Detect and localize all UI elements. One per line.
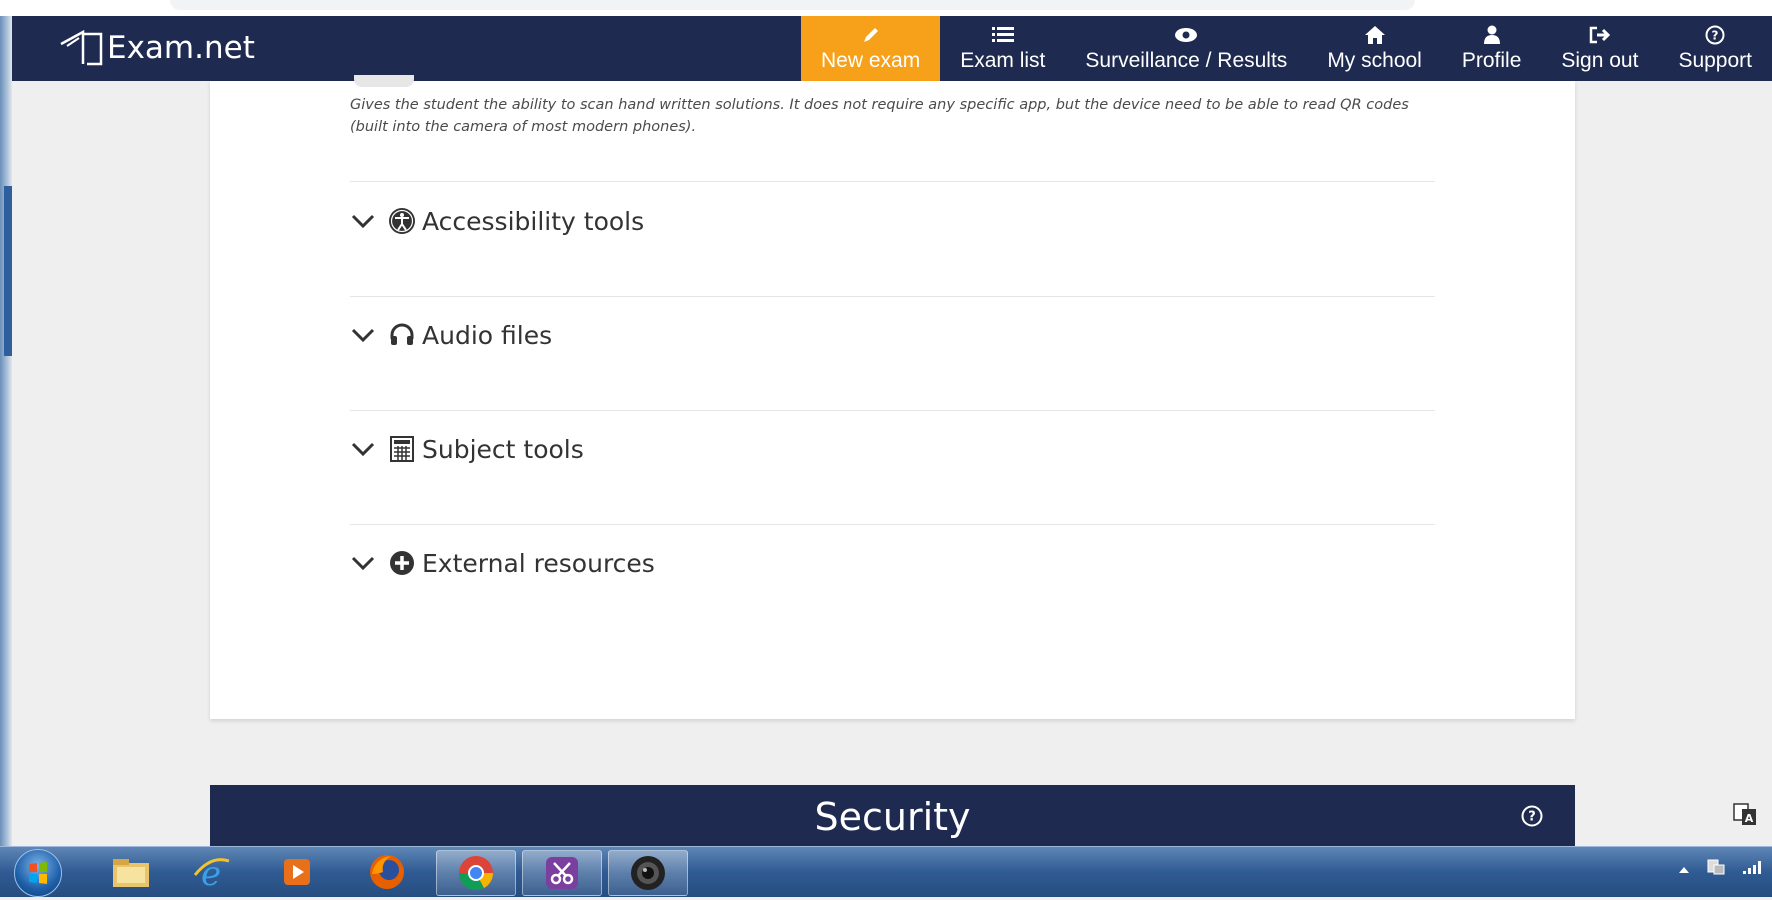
nav-label: Profile: [1461, 49, 1522, 72]
window-edge-highlight: [4, 186, 12, 356]
section-accessibility-tools[interactable]: Accessibility tools: [350, 193, 644, 249]
nav-exam-list[interactable]: Exam list: [940, 16, 1065, 81]
exam-settings-card: Gives the student the ability to scan ha…: [210, 75, 1575, 719]
nav-label: Exam list: [960, 49, 1046, 72]
nav-label: Support: [1678, 49, 1752, 72]
security-title: Security: [814, 795, 971, 839]
chevron-down-icon: [351, 556, 375, 571]
user-icon: [1483, 24, 1501, 46]
eye-icon: [1174, 24, 1198, 46]
nav-profile[interactable]: Profile: [1442, 16, 1542, 81]
divider: [350, 296, 1435, 297]
chevron-down-icon: [351, 214, 375, 229]
section-label: Audio files: [422, 320, 553, 350]
section-external-resources[interactable]: External resources: [350, 535, 655, 591]
list-icon: [991, 24, 1014, 46]
main-nav: New exam Exam list Surveillance / Result…: [801, 16, 1772, 81]
nav-surveillance-results[interactable]: Surveillance / Results: [1065, 16, 1307, 81]
logo-text: Exam.net: [107, 30, 255, 66]
nav-support[interactable]: ? Support: [1658, 16, 1772, 81]
start-button[interactable]: [14, 849, 62, 897]
file-explorer-icon[interactable]: [92, 850, 170, 894]
headphones-icon: [388, 321, 416, 349]
logo-paper-icon: [60, 29, 103, 66]
chevron-down-icon: [351, 442, 375, 457]
nav-label: Surveillance / Results: [1085, 49, 1288, 72]
address-bar[interactable]: [170, 0, 1415, 10]
plus-circle-icon: [388, 549, 416, 577]
nav-new-exam[interactable]: New exam: [801, 16, 941, 81]
section-label: Subject tools: [422, 434, 584, 464]
nav-sign-out[interactable]: Sign out: [1541, 16, 1658, 81]
snipping-tool-icon[interactable]: [522, 850, 602, 896]
exam-net-logo[interactable]: Exam.net: [57, 28, 255, 68]
accessibility-icon: [388, 207, 416, 235]
browser-top-strip: [0, 0, 1772, 16]
media-player-icon[interactable]: [258, 850, 336, 894]
chrome-icon[interactable]: [436, 850, 516, 896]
firefox-icon[interactable]: [348, 850, 426, 894]
nav-label: New exam: [821, 49, 921, 72]
nav-my-school[interactable]: My school: [1307, 16, 1442, 81]
show-hidden-icons-icon[interactable]: [1678, 860, 1690, 879]
divider: [350, 181, 1435, 182]
network-icon[interactable]: [1706, 857, 1726, 881]
svg-text:?: ?: [1712, 29, 1719, 43]
section-audio-files[interactable]: Audio files: [350, 307, 552, 363]
translate-icon[interactable]: A: [1731, 800, 1759, 828]
section-label: Accessibility tools: [422, 206, 645, 236]
calculator-icon: [388, 435, 416, 463]
camera-icon[interactable]: [608, 850, 688, 896]
scan-description: Gives the student the ability to scan ha…: [350, 97, 1409, 135]
svg-text:A: A: [1745, 812, 1754, 825]
divider: [350, 410, 1435, 411]
windows-taskbar: e: [0, 846, 1772, 897]
svg-text:?: ?: [1528, 810, 1536, 825]
section-subject-tools[interactable]: Subject tools: [350, 421, 584, 477]
divider: [350, 524, 1435, 525]
system-tray: [1678, 857, 1762, 881]
security-section-header[interactable]: Security ?: [210, 785, 1575, 846]
signal-strength-icon[interactable]: [1742, 859, 1762, 879]
top-navbar: Exam.net New exam Exam list Surveillance…: [12, 16, 1772, 81]
pencil-icon: [861, 24, 881, 46]
windows-logo-icon: [29, 862, 47, 884]
question-circle-icon[interactable]: ?: [1521, 805, 1543, 827]
internet-explorer-icon[interactable]: e: [172, 850, 250, 894]
nav-label: My school: [1327, 49, 1422, 72]
section-label: External resources: [422, 548, 655, 578]
window-left-edge: [0, 16, 12, 846]
home-icon: [1364, 24, 1386, 46]
chevron-down-icon: [351, 328, 375, 343]
sign-out-icon: [1589, 24, 1611, 46]
scan-toggle[interactable]: [354, 75, 414, 87]
nav-label: Sign out: [1561, 49, 1639, 72]
question-circle-icon: ?: [1705, 24, 1725, 46]
